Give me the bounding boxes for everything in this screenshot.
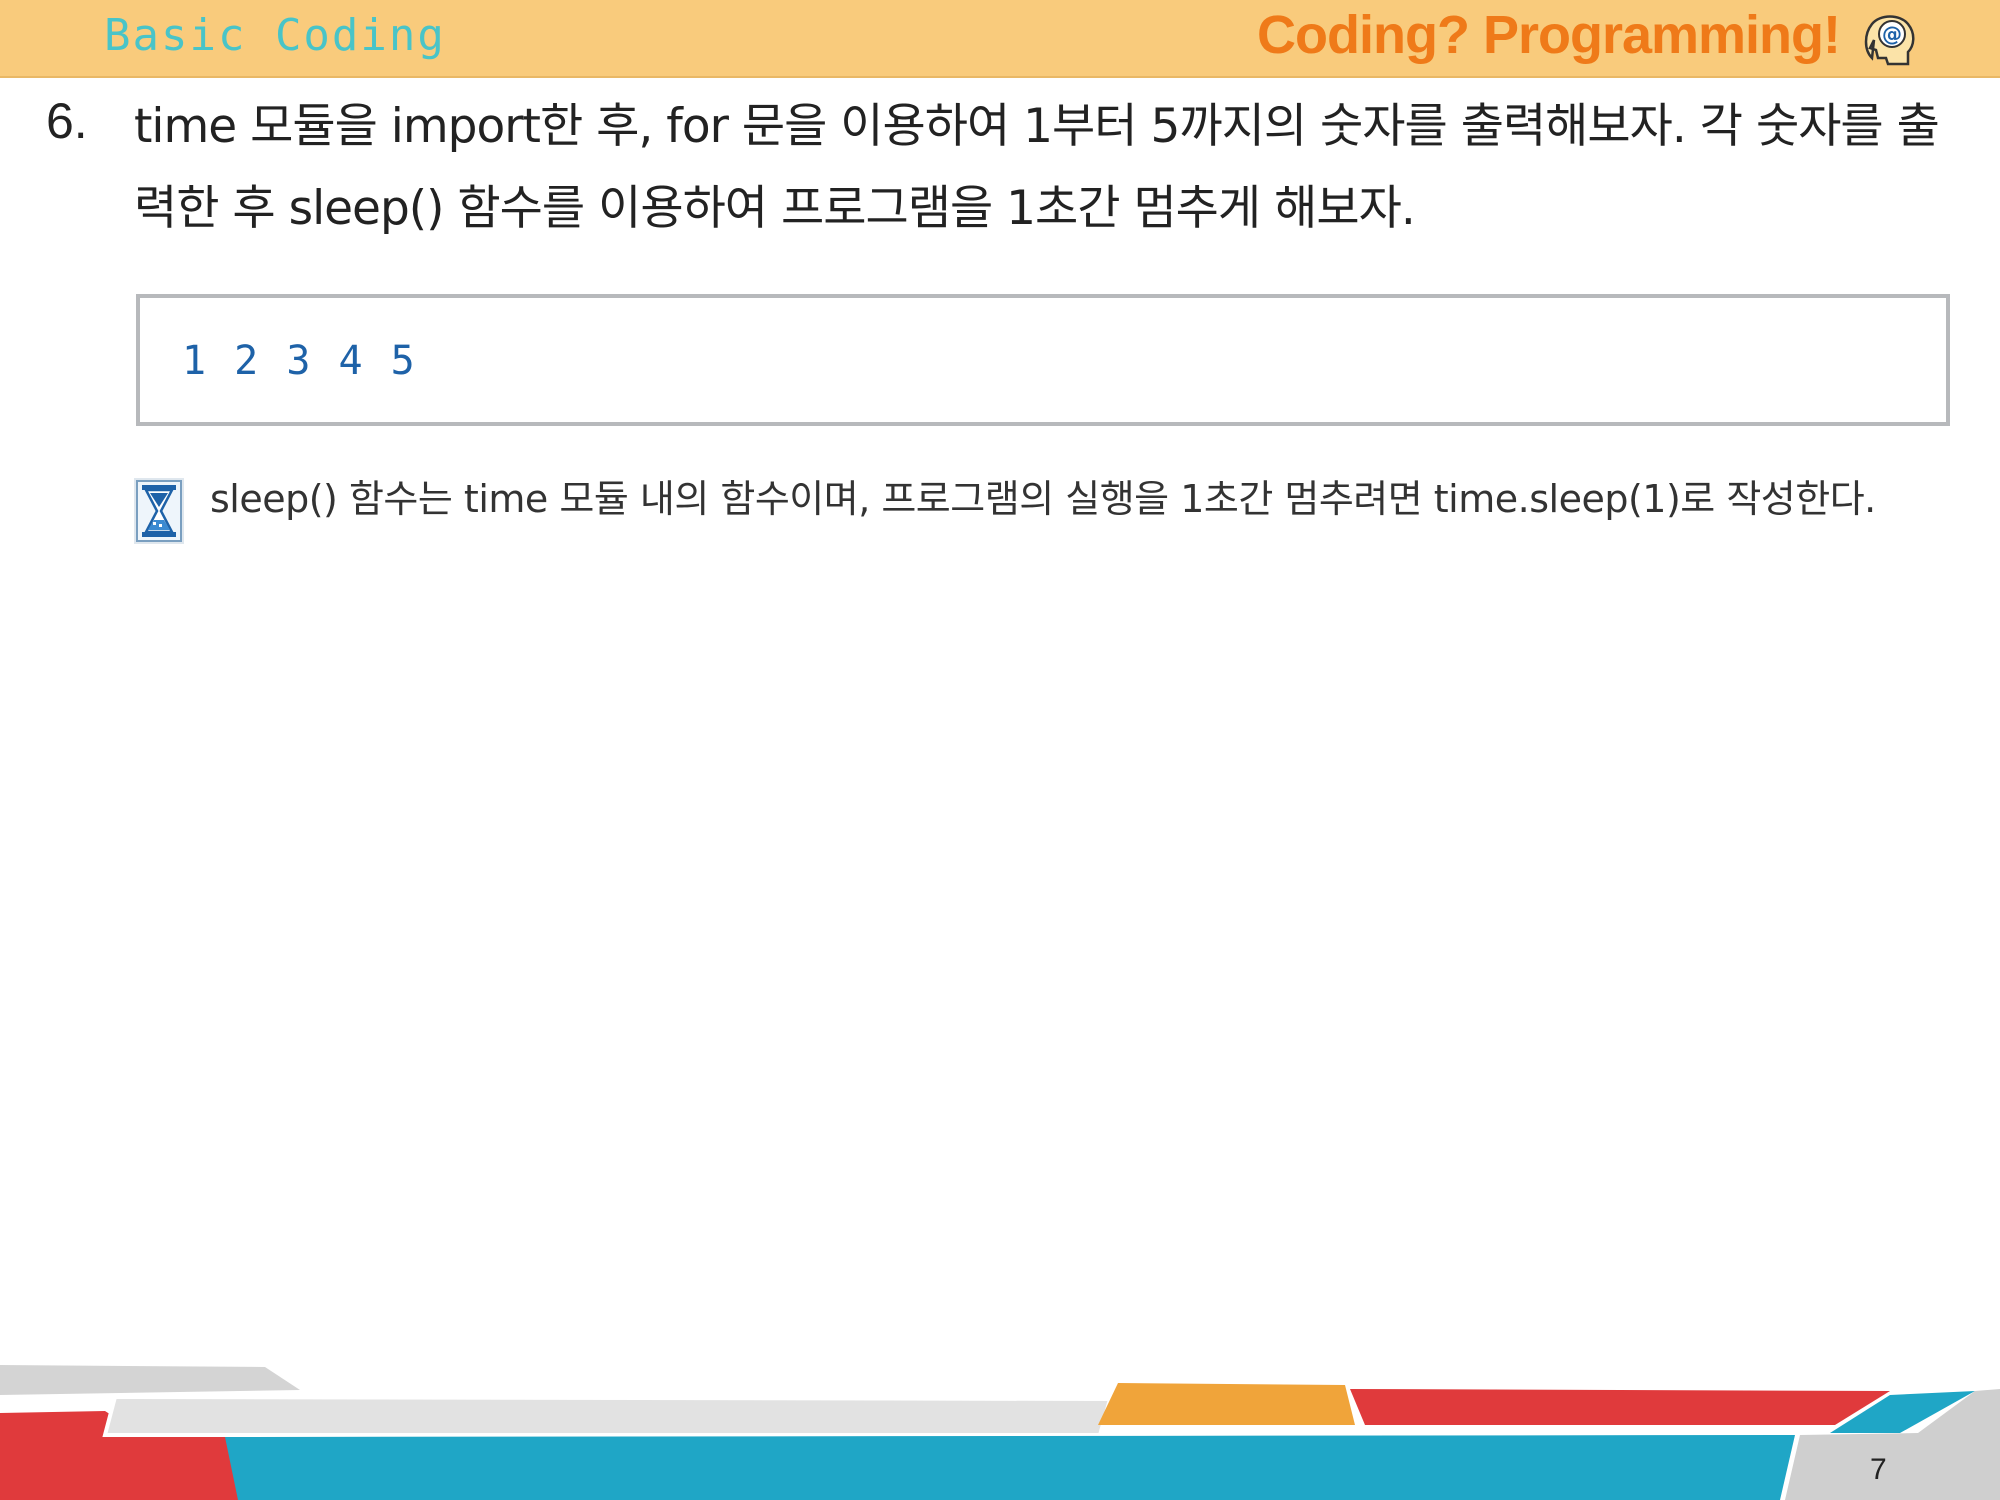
output-box: 1 2 3 4 5: [136, 294, 1950, 426]
question-text: time 모듈을 import한 후, for 문을 이용하여 1부터 5까지의…: [134, 99, 1940, 236]
header-bar: Basic Coding Coding? Programming! @: [0, 0, 2000, 78]
question-number: 6.: [46, 93, 88, 149]
footer-decoration: [0, 1365, 2000, 1500]
svg-text:@: @: [1882, 22, 1902, 46]
output-text: 1 2 3 4 5: [182, 338, 415, 384]
hourglass-icon: [134, 478, 184, 544]
hint-text: sleep() 함수는 time 모듈 내의 함수이며, 프로그램의 실행을 1…: [210, 477, 1876, 521]
page-number: 7: [1870, 1453, 1887, 1486]
header-left-title: Basic Coding: [104, 10, 446, 61]
head-at-icon: @: [1864, 15, 1915, 66]
header-right-title: Coding? Programming!: [1257, 5, 1841, 65]
